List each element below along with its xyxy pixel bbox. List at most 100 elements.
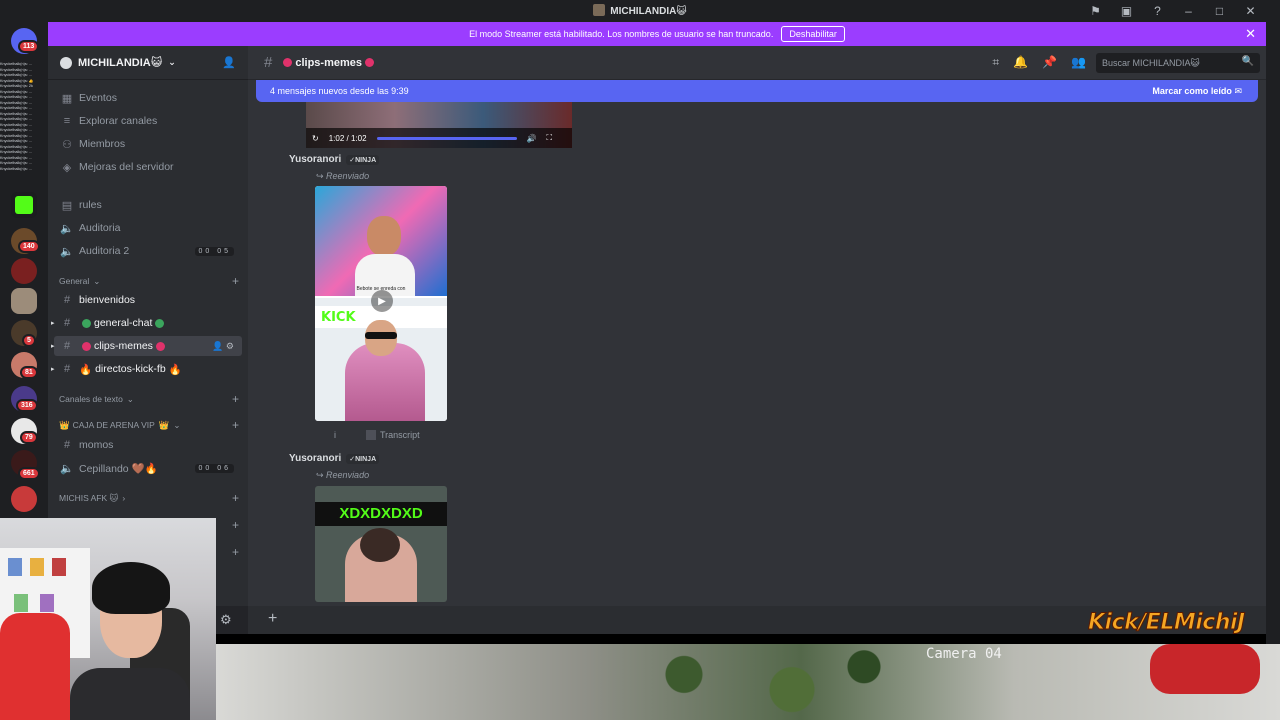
add-channel-icon[interactable]: + (232, 545, 239, 559)
server-icon[interactable] (11, 258, 37, 284)
play-icon[interactable]: ▶ (371, 290, 393, 312)
invite-icon[interactable]: 👤 (212, 341, 223, 351)
crown-icon: 👑 (158, 419, 170, 430)
forwarded-text: Reenviado (326, 470, 370, 480)
category-texto[interactable]: Canales de texto ⌄ + (59, 392, 239, 406)
video-thumbnail[interactable]: XDXDXDXD (315, 486, 447, 602)
red-dot-icon (82, 341, 91, 351)
member-list-icon[interactable]: 👥 (1071, 55, 1086, 70)
server-michilandia-icon[interactable] (11, 288, 37, 314)
video-player[interactable]: ↻ 1:02 / 1:02 🔊 ⛶ (306, 102, 572, 148)
category-michis-afk[interactable]: MICHIS AFK 🐱 › + (59, 491, 239, 505)
mark-as-read-button[interactable]: Marcar como leído ✉ (1152, 86, 1242, 97)
gear-icon[interactable]: ⚙ (226, 341, 234, 351)
channel-clips-memes[interactable]: ▸ # clips-memes 👤 ⚙ (51, 336, 242, 356)
channel-label: bienvenidos (79, 294, 136, 306)
mark-read-icon: ✉ (1234, 86, 1242, 96)
fire-icon: 🔥 (79, 363, 93, 376)
video-controls: ↻ 1:02 / 1:02 🔊 ⛶ (306, 128, 572, 148)
flag-icon[interactable]: ⚑ (1080, 3, 1111, 19)
add-channel-icon[interactable]: + (232, 392, 239, 406)
unread-indicator: ▸ (51, 320, 55, 327)
category-caja-vip[interactable]: 👑 CAJA DE ARENA VIP 👑 ⌄ + (59, 418, 239, 432)
channel-label: general-chat (94, 317, 153, 329)
forwarded-text: Reenviado (326, 171, 370, 181)
server-badge: 79 (20, 431, 38, 444)
header-actions: ⌗ 🔔 📌 👥 (992, 55, 1086, 70)
mark-as-read-label: Marcar como leído (1152, 86, 1232, 96)
channel-title-text: clips-memes (295, 56, 362, 69)
new-messages-bar[interactable]: 4 mensajes nuevos desde las 9:39 Marcar … (256, 80, 1258, 102)
channel-general-chat[interactable]: ▸ # general-chat (51, 313, 242, 333)
server-icon[interactable] (11, 486, 37, 512)
fullscreen-icon[interactable]: ⛶ (546, 133, 552, 143)
unread-indicator: ▸ (51, 366, 55, 373)
transcript-label: Transcript (380, 430, 420, 440)
streamer-mode-text: El modo Streamer está habilitado. Los no… (469, 29, 774, 39)
maximize-icon[interactable]: □ (1204, 3, 1235, 19)
person-face (367, 216, 401, 256)
search-icon: 🔍 (1241, 56, 1254, 67)
author-tag: ✓NINJA (346, 453, 380, 464)
channel-header: # clips-memes ⌗ 🔔 📌 👥 Buscar MICHILANDIA… (248, 46, 1266, 80)
hash-icon: # (63, 317, 71, 329)
forwarded-label: ↪ Reenviado (316, 470, 370, 480)
foliage (576, 644, 936, 720)
thumbnail-bottom: KICK (315, 298, 447, 421)
channel-auditoria-2[interactable]: 🔈 Auditoria 2 00 05 (54, 241, 242, 261)
close-window-icon[interactable]: ✕ (1235, 3, 1266, 19)
gear-icon[interactable]: ⚙ (220, 612, 232, 628)
inbox-icon[interactable]: ▣ (1111, 3, 1142, 19)
channel-bienvenidos[interactable]: # bienvenidos (54, 290, 242, 310)
transcript-button[interactable]: Transcript (366, 430, 420, 440)
replay-icon[interactable]: ↻ (312, 134, 319, 143)
add-attachment-icon[interactable]: + (268, 610, 277, 628)
author-tag: ✓NINJA (346, 154, 380, 165)
camera-label: Camera 04 (926, 646, 1002, 662)
camera-footage: Camera 04 (216, 644, 1280, 720)
disable-streamer-button[interactable]: Deshabilitar (781, 26, 845, 42)
speaker-icon: 🔈 (60, 222, 74, 235)
info-icon[interactable]: i (334, 430, 336, 440)
server-avatar-icon (593, 4, 606, 16)
message-author[interactable]: Yusoranori ✓NINJA (289, 154, 380, 165)
channel-cepillando[interactable]: 🔈 Cepillando 🤎🔥 00 06 (54, 458, 242, 478)
rules-icon: ▤ (61, 199, 73, 212)
channel-auditoria[interactable]: 🔈 Auditoria (54, 218, 242, 238)
add-channel-icon[interactable]: + (232, 518, 239, 532)
video-time: 1:02 / 1:02 (328, 133, 367, 143)
channel-label: clips-memes (94, 340, 153, 352)
channel-momos[interactable]: # momos (54, 435, 242, 455)
window-title-text: MICHILANDIA😺 (610, 6, 687, 17)
close-banner-icon[interactable]: ✕ (1245, 26, 1256, 42)
attachment-actions: i Transcript (334, 430, 420, 440)
threads-icon[interactable]: ⌗ (992, 55, 999, 70)
unread-indicator: ▸ (51, 343, 55, 350)
title-bar: MICHILANDIA😺 ⚑ ▣ ? – □ ✕ (0, 0, 1280, 22)
channel-directos-kick-fb[interactable]: ▸ # 🔥 directos-kick-fb 🔥 (51, 359, 242, 379)
server-badge: 5 (22, 334, 36, 347)
forwarded-label: ↪ Reenviado (316, 171, 370, 181)
invite-icon[interactable]: 👤 (222, 56, 236, 69)
pin-icon[interactable]: 📌 (1042, 55, 1057, 70)
server-badge: 661 (18, 467, 40, 480)
shelf-item (14, 594, 28, 612)
bell-icon[interactable]: 🔔 (1013, 55, 1028, 70)
minimize-icon[interactable]: – (1173, 3, 1204, 19)
message-author[interactable]: Yusoranori ✓NINJA (289, 453, 380, 464)
person-head (360, 528, 400, 562)
add-channel-icon[interactable]: + (232, 491, 239, 505)
channel-label: Auditoria 2 (79, 245, 130, 257)
add-channel-icon[interactable]: + (232, 274, 239, 288)
channel-rules[interactable]: ▤ rules (54, 195, 242, 215)
help-icon[interactable]: ? (1142, 3, 1173, 19)
video-thumbnail[interactable]: Bebote se enreda con KICK ▶ (315, 186, 447, 421)
volume-icon[interactable]: 🔊 (527, 134, 537, 143)
channel-title: clips-memes (280, 57, 377, 69)
category-general[interactable]: General ⌄ + (59, 274, 239, 288)
server-kick-icon[interactable] (11, 192, 37, 218)
video-progress-bar[interactable] (376, 136, 517, 140)
add-channel-icon[interactable]: + (232, 418, 239, 432)
search-input[interactable]: Buscar MICHILANDIA😺 🔍 (1096, 53, 1260, 73)
category-label: CAJA DE ARENA VIP (72, 420, 155, 430)
